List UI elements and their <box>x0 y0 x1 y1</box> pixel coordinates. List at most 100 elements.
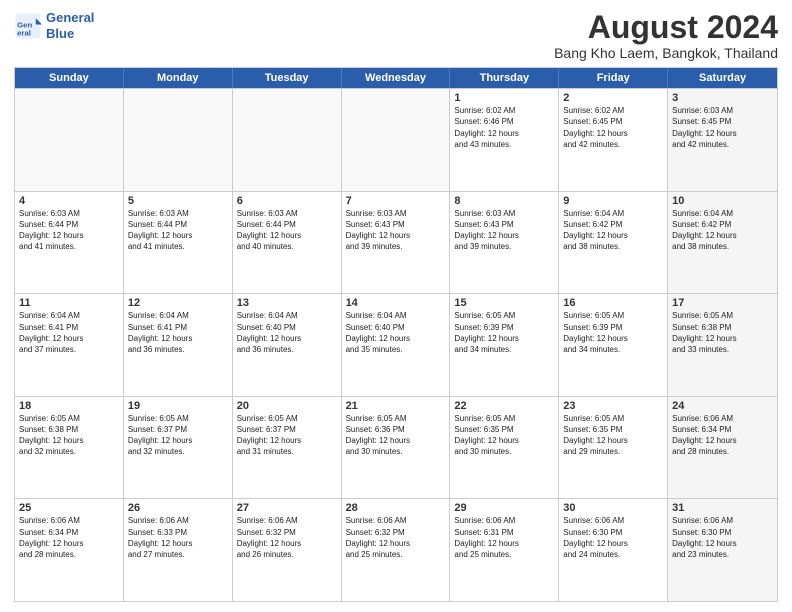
calendar: SundayMondayTuesdayWednesdayThursdayFrid… <box>14 67 778 602</box>
day-info: Sunrise: 6:04 AM Sunset: 6:41 PM Dayligh… <box>128 310 228 355</box>
day-number: 26 <box>128 502 228 514</box>
day-info: Sunrise: 6:03 AM Sunset: 6:44 PM Dayligh… <box>19 208 119 253</box>
day-number: 27 <box>237 502 337 514</box>
cal-day-22: 22Sunrise: 6:05 AM Sunset: 6:35 PM Dayli… <box>450 397 559 499</box>
cal-day-1: 1Sunrise: 6:02 AM Sunset: 6:46 PM Daylig… <box>450 89 559 191</box>
day-number: 11 <box>19 297 119 309</box>
cal-empty-0-1 <box>124 89 233 191</box>
cal-day-15: 15Sunrise: 6:05 AM Sunset: 6:39 PM Dayli… <box>450 294 559 396</box>
day-info: Sunrise: 6:04 AM Sunset: 6:42 PM Dayligh… <box>563 208 663 253</box>
cal-day-27: 27Sunrise: 6:06 AM Sunset: 6:32 PM Dayli… <box>233 499 342 601</box>
header-day-saturday: Saturday <box>668 68 777 88</box>
day-number: 8 <box>454 195 554 207</box>
day-info: Sunrise: 6:06 AM Sunset: 6:31 PM Dayligh… <box>454 515 554 560</box>
day-number: 30 <box>563 502 663 514</box>
logo: Gen eral General Blue <box>14 10 94 41</box>
cal-week-4: 18Sunrise: 6:05 AM Sunset: 6:38 PM Dayli… <box>15 396 777 499</box>
day-number: 5 <box>128 195 228 207</box>
logo-line2: Blue <box>46 26 74 41</box>
day-number: 9 <box>563 195 663 207</box>
day-info: Sunrise: 6:04 AM Sunset: 6:40 PM Dayligh… <box>237 310 337 355</box>
cal-day-20: 20Sunrise: 6:05 AM Sunset: 6:37 PM Dayli… <box>233 397 342 499</box>
day-number: 31 <box>672 502 773 514</box>
cal-week-3: 11 Sunrise: 6:04 AM Sunset: 6:41 PM Dayli… <box>15 293 777 396</box>
day-info: Sunrise: 6:06 AM Sunset: 6:34 PM Dayligh… <box>672 413 773 458</box>
header-day-wednesday: Wednesday <box>342 68 451 88</box>
day-number: 18 <box>19 400 119 412</box>
header: Gen eral General Blue August 2024 Bang K… <box>14 10 778 61</box>
day-number: 24 <box>672 400 773 412</box>
cal-day-19: 19Sunrise: 6:05 AM Sunset: 6:37 PM Dayli… <box>124 397 233 499</box>
title-section: August 2024 Bang Kho Laem, Bangkok, Thai… <box>554 10 778 61</box>
day-info: Sunrise: 6:05 AM Sunset: 6:39 PM Dayligh… <box>563 310 663 355</box>
cal-day-26: 26Sunrise: 6:06 AM Sunset: 6:33 PM Dayli… <box>124 499 233 601</box>
cal-week-5: 25Sunrise: 6:06 AM Sunset: 6:34 PM Dayli… <box>15 498 777 601</box>
cal-empty-0-3 <box>342 89 451 191</box>
day-number: 19 <box>128 400 228 412</box>
day-number: 17 <box>672 297 773 309</box>
day-number: 1 <box>454 92 554 104</box>
subtitle: Bang Kho Laem, Bangkok, Thailand <box>554 45 778 61</box>
header-day-sunday: Sunday <box>15 68 124 88</box>
cal-day-8: 8Sunrise: 6:03 AM Sunset: 6:43 PM Daylig… <box>450 192 559 294</box>
day-info: Sunrise: 6:03 AM Sunset: 6:44 PM Dayligh… <box>237 208 337 253</box>
day-number: 6 <box>237 195 337 207</box>
cal-week-1: 1Sunrise: 6:02 AM Sunset: 6:46 PM Daylig… <box>15 88 777 191</box>
logo-text: General Blue <box>46 10 94 41</box>
day-info: Sunrise: 6:05 AM Sunset: 6:35 PM Dayligh… <box>454 413 554 458</box>
cal-day-30: 30Sunrise: 6:06 AM Sunset: 6:30 PM Dayli… <box>559 499 668 601</box>
cal-day-10: 10Sunrise: 6:04 AM Sunset: 6:42 PM Dayli… <box>668 192 777 294</box>
cal-empty-0-0 <box>15 89 124 191</box>
main-title: August 2024 <box>554 10 778 45</box>
day-number: 13 <box>237 297 337 309</box>
cal-day-3: 3Sunrise: 6:03 AM Sunset: 6:45 PM Daylig… <box>668 89 777 191</box>
day-info: Sunrise: 6:03 AM Sunset: 6:43 PM Dayligh… <box>454 208 554 253</box>
header-day-tuesday: Tuesday <box>233 68 342 88</box>
cal-day-31: 31Sunrise: 6:06 AM Sunset: 6:30 PM Dayli… <box>668 499 777 601</box>
cal-day-21: 21Sunrise: 6:05 AM Sunset: 6:36 PM Dayli… <box>342 397 451 499</box>
day-number: 20 <box>237 400 337 412</box>
page: Gen eral General Blue August 2024 Bang K… <box>0 0 792 612</box>
day-info: Sunrise: 6:06 AM Sunset: 6:30 PM Dayligh… <box>563 515 663 560</box>
header-day-monday: Monday <box>124 68 233 88</box>
day-number: 10 <box>672 195 773 207</box>
day-info: Sunrise: 6:06 AM Sunset: 6:33 PM Dayligh… <box>128 515 228 560</box>
day-info: Sunrise: 6:04 AM Sunset: 6:40 PM Dayligh… <box>346 310 446 355</box>
cal-empty-0-2 <box>233 89 342 191</box>
day-info: Sunrise: 6:03 AM Sunset: 6:45 PM Dayligh… <box>672 105 773 150</box>
cal-day-28: 28Sunrise: 6:06 AM Sunset: 6:32 PM Dayli… <box>342 499 451 601</box>
day-info: Sunrise: 6:02 AM Sunset: 6:46 PM Dayligh… <box>454 105 554 150</box>
cal-day-13: 13Sunrise: 6:04 AM Sunset: 6:40 PM Dayli… <box>233 294 342 396</box>
day-number: 3 <box>672 92 773 104</box>
day-number: 23 <box>563 400 663 412</box>
day-info: Sunrise: 6:05 AM Sunset: 6:38 PM Dayligh… <box>672 310 773 355</box>
cal-day-16: 16Sunrise: 6:05 AM Sunset: 6:39 PM Dayli… <box>559 294 668 396</box>
day-info: Sunrise: 6:02 AM Sunset: 6:45 PM Dayligh… <box>563 105 663 150</box>
cal-week-2: 4Sunrise: 6:03 AM Sunset: 6:44 PM Daylig… <box>15 191 777 294</box>
day-info: Sunrise: 6:06 AM Sunset: 6:34 PM Dayligh… <box>19 515 119 560</box>
day-number: 22 <box>454 400 554 412</box>
day-info: Sunrise: 6:05 AM Sunset: 6:38 PM Dayligh… <box>19 413 119 458</box>
day-number: 4 <box>19 195 119 207</box>
header-day-friday: Friday <box>559 68 668 88</box>
day-info: Sunrise: 6:05 AM Sunset: 6:37 PM Dayligh… <box>237 413 337 458</box>
logo-line1: General <box>46 10 94 25</box>
cal-day-12: 12Sunrise: 6:04 AM Sunset: 6:41 PM Dayli… <box>124 294 233 396</box>
day-info: Sunrise: 6:06 AM Sunset: 6:32 PM Dayligh… <box>346 515 446 560</box>
cal-day-17: 17Sunrise: 6:05 AM Sunset: 6:38 PM Dayli… <box>668 294 777 396</box>
cal-day-6: 6Sunrise: 6:03 AM Sunset: 6:44 PM Daylig… <box>233 192 342 294</box>
day-info: Sunrise: 6:05 AM Sunset: 6:37 PM Dayligh… <box>128 413 228 458</box>
cal-day-14: 14Sunrise: 6:04 AM Sunset: 6:40 PM Dayli… <box>342 294 451 396</box>
cal-day-25: 25Sunrise: 6:06 AM Sunset: 6:34 PM Dayli… <box>15 499 124 601</box>
cal-day-11: 11Sunrise: 6:04 AM Sunset: 6:41 PM Dayli… <box>15 294 124 396</box>
cal-day-7: 7Sunrise: 6:03 AM Sunset: 6:43 PM Daylig… <box>342 192 451 294</box>
cal-day-24: 24Sunrise: 6:06 AM Sunset: 6:34 PM Dayli… <box>668 397 777 499</box>
day-info: Sunrise: 6:05 AM Sunset: 6:35 PM Dayligh… <box>563 413 663 458</box>
day-info: Sunrise: 6:06 AM Sunset: 6:30 PM Dayligh… <box>672 515 773 560</box>
logo-icon: Gen eral <box>14 12 42 40</box>
day-number: 2 <box>563 92 663 104</box>
cal-day-4: 4Sunrise: 6:03 AM Sunset: 6:44 PM Daylig… <box>15 192 124 294</box>
day-info: Sunrise: 6:03 AM Sunset: 6:44 PM Dayligh… <box>128 208 228 253</box>
day-number: 14 <box>346 297 446 309</box>
day-number: 12 <box>128 297 228 309</box>
